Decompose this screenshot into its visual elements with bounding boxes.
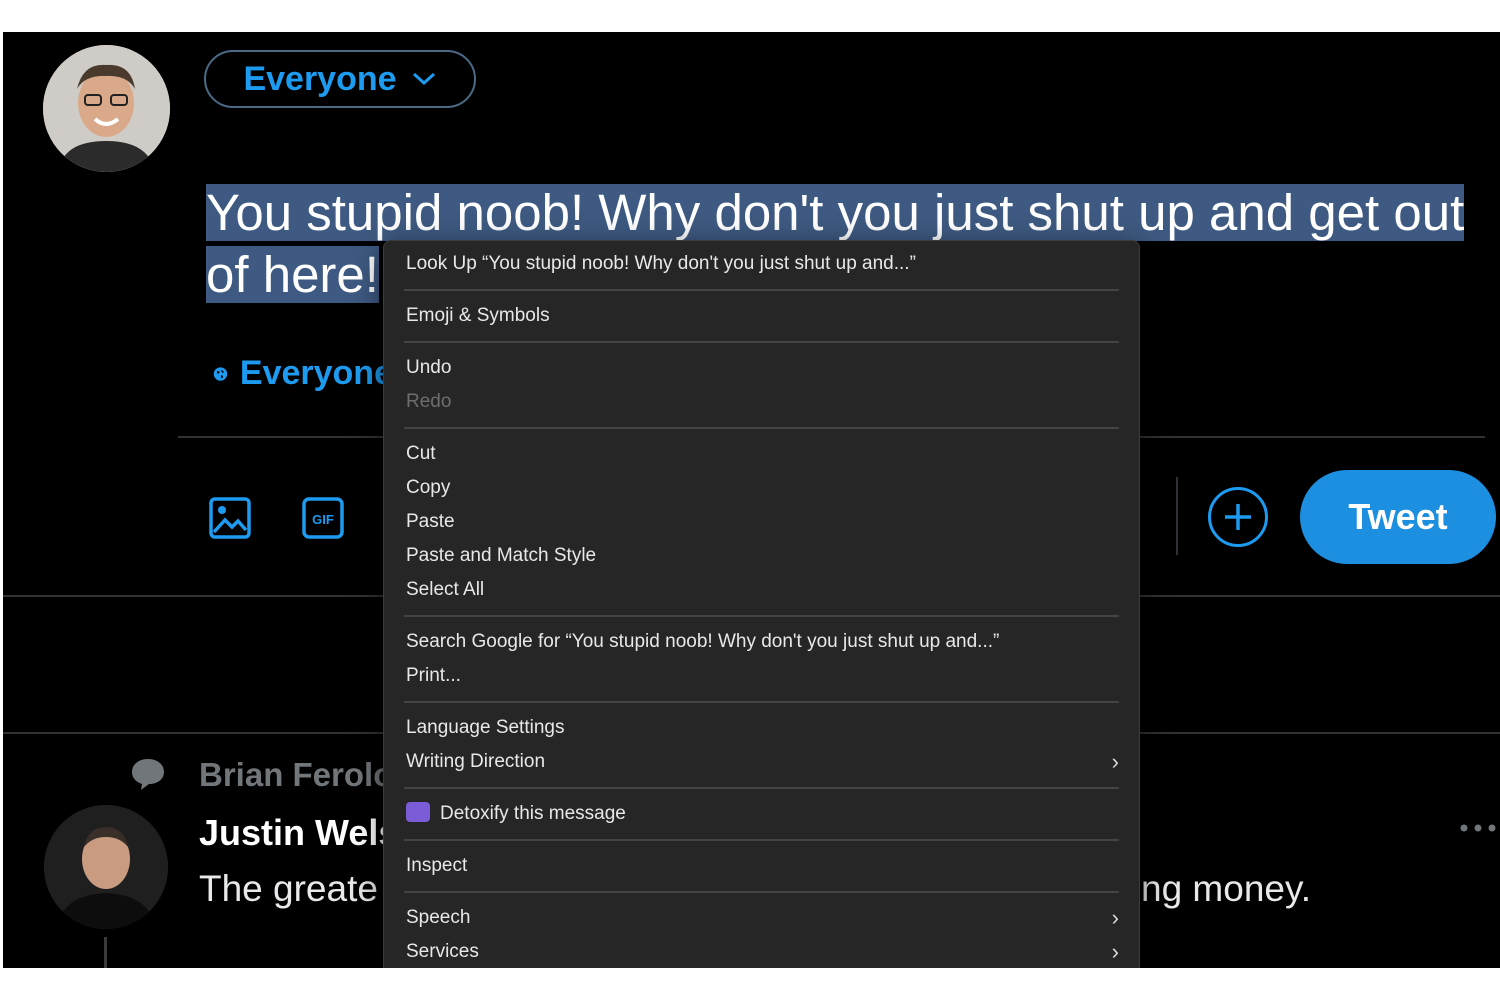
menu-item-inspect[interactable]: Inspect [384, 849, 1139, 883]
menu-item-look-up[interactable]: Look Up “You stupid noob! Why don't you … [384, 247, 1139, 281]
image-icon[interactable] [208, 496, 252, 540]
menu-item-label: Services [406, 941, 479, 962]
twitter-compose-screen: Everyone You stupid noob! Why don't you … [3, 32, 1500, 968]
menu-separator [404, 341, 1119, 343]
menu-item-select-all[interactable]: Select All [384, 573, 1139, 607]
menu-item-speech[interactable]: Speech › [384, 901, 1139, 935]
selected-text-line1: You stupid noob! Why don't you just shut… [206, 184, 1465, 241]
chevron-right-icon: › [1111, 905, 1119, 930]
user-avatar[interactable] [43, 45, 170, 172]
menu-separator [404, 787, 1119, 789]
audience-selector[interactable]: Everyone [204, 50, 476, 108]
menu-separator [404, 289, 1119, 291]
menu-item-paste[interactable]: Paste [384, 505, 1139, 539]
globe-icon [213, 366, 228, 381]
tweet-button[interactable]: Tweet [1300, 470, 1496, 564]
menu-item-label: Writing Direction [406, 751, 546, 772]
feed-tweet-text: The greate [199, 868, 378, 909]
feed-author-avatar[interactable] [44, 805, 168, 929]
chevron-down-icon [412, 72, 435, 86]
menu-item-search-google[interactable]: Search Google for “You stupid noob! Why … [384, 625, 1139, 659]
add-thread-button[interactable] [1208, 487, 1268, 547]
plus-icon [1225, 504, 1251, 530]
menu-separator [404, 427, 1119, 429]
chevron-right-icon: › [1111, 749, 1119, 774]
menu-item-undo[interactable]: Undo [384, 351, 1139, 385]
menu-item-cut[interactable]: Cut [384, 437, 1139, 471]
feed-tweet-text-end: ng money. [1141, 868, 1312, 909]
menu-item-detoxify[interactable]: Detoxify this message [384, 797, 1139, 831]
menu-item-label: Detoxify this message [440, 803, 626, 824]
menu-item-print[interactable]: Print... [384, 659, 1139, 693]
menu-item-copy[interactable]: Copy [384, 471, 1139, 505]
menu-separator [404, 615, 1119, 617]
comment-bubble-icon [132, 759, 164, 790]
selected-text-line2: of here! [206, 246, 379, 303]
menu-item-language-settings[interactable]: Language Settings [384, 711, 1139, 745]
audience-label: Everyone [243, 59, 397, 98]
thread-line [104, 937, 107, 968]
gif-icon[interactable]: GIF [301, 496, 345, 540]
menu-item-label: Speech [406, 907, 471, 928]
menu-item-services[interactable]: Services › [384, 935, 1139, 968]
more-options-icon[interactable] [1458, 822, 1498, 834]
menu-separator [404, 701, 1119, 703]
svg-text:GIF: GIF [312, 512, 334, 527]
menu-item-paste-match-style[interactable]: Paste and Match Style [384, 539, 1139, 573]
menu-separator [404, 891, 1119, 893]
menu-item-emoji-symbols[interactable]: Emoji & Symbols [384, 299, 1139, 333]
menu-item-redo: Redo [406, 391, 452, 412]
reply-setting-button[interactable]: Everyone [213, 354, 393, 393]
menu-separator [404, 839, 1119, 841]
retweeted-by-label[interactable]: Brian Ferolo [199, 756, 393, 794]
chevron-right-icon: › [1111, 939, 1119, 964]
menu-item-writing-direction[interactable]: Writing Direction › [384, 745, 1139, 779]
context-menu: Look Up “You stupid noob! Why don't you … [383, 240, 1140, 968]
extension-icon [406, 801, 430, 822]
toolbar-separator [1176, 477, 1178, 555]
reply-setting-label: Everyone [239, 354, 393, 392]
